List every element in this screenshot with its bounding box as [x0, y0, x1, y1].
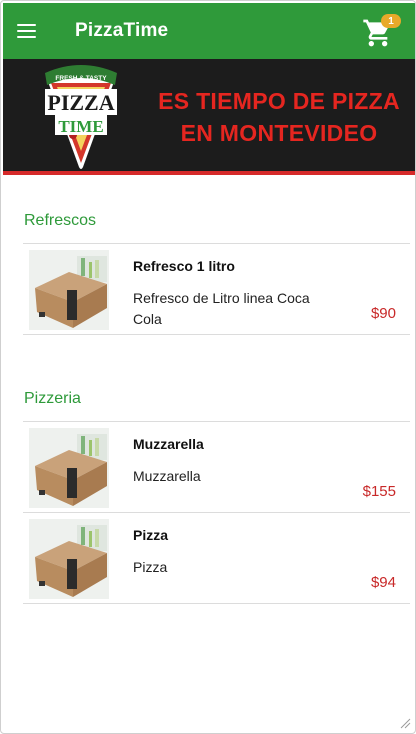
product-image	[29, 519, 109, 599]
item-name: Refresco 1 litro	[133, 258, 235, 274]
app-bar: PizzaTime 1	[3, 3, 415, 59]
item-list-pizzeria: Muzzarella Muzzarella $155 Pizza Pizza $…	[23, 421, 410, 604]
menu-button[interactable]	[17, 11, 57, 51]
menu-content: Refrescos Refresco 1 litro Refresco de L…	[23, 195, 410, 604]
logo-word-time: TIME	[58, 117, 103, 136]
item-price: $94	[370, 574, 396, 591]
list-item[interactable]: Refresco 1 litro Refresco de Litro linea…	[23, 244, 410, 335]
item-price: $90	[370, 305, 396, 322]
pizza-box-image	[29, 250, 109, 330]
list-item[interactable]: Pizza Pizza $94	[23, 513, 410, 604]
banner-headline-line1: ES TIEMPO DE PIZZA	[158, 88, 400, 114]
item-name: Muzzarella	[133, 436, 204, 452]
pizza-box-image	[29, 519, 109, 599]
logo-tagline: FRESH & TASTY	[55, 75, 107, 82]
cart-count-badge: 1	[381, 14, 401, 28]
cart-button[interactable]: 1	[359, 11, 401, 53]
item-name: Pizza	[133, 527, 169, 543]
logo-word-pizza: PIZZA	[47, 90, 114, 115]
item-description: Pizza	[133, 559, 168, 575]
banner-headline-line2: EN MONTEVIDEO	[180, 120, 378, 146]
promo-banner: FRESH & TASTY PIZZA TIME ES TIEMPO DE PI…	[3, 59, 415, 175]
pizza-box-image	[29, 428, 109, 508]
hamburger-menu-icon-bar	[17, 36, 36, 38]
product-image	[29, 250, 109, 330]
app-frame: PizzaTime 1 FRESH & TASTY PIZZA TIME ES …	[0, 0, 416, 734]
resize-grip-icon[interactable]	[399, 717, 411, 729]
app-title: PizzaTime	[75, 20, 169, 41]
section-title-pizzeria: Pizzeria	[24, 390, 81, 407]
banner-headline: ES TIEMPO DE PIZZA EN MONTEVIDEO	[149, 85, 409, 149]
hamburger-menu-icon	[17, 24, 36, 26]
list-item[interactable]: Muzzarella Muzzarella $155	[23, 422, 410, 513]
item-description: Muzzarella	[133, 468, 201, 484]
item-list-refrescos: Refresco 1 litro Refresco de Litro linea…	[23, 243, 410, 335]
product-image	[29, 428, 109, 508]
pizza-time-logo: FRESH & TASTY PIZZA TIME	[45, 65, 117, 169]
item-price: $155	[362, 483, 396, 500]
section-title-refrescos: Refrescos	[24, 212, 97, 229]
item-description: Refresco de Litro linea Coca Cola	[133, 290, 310, 327]
hamburger-menu-icon-bar	[17, 30, 36, 32]
